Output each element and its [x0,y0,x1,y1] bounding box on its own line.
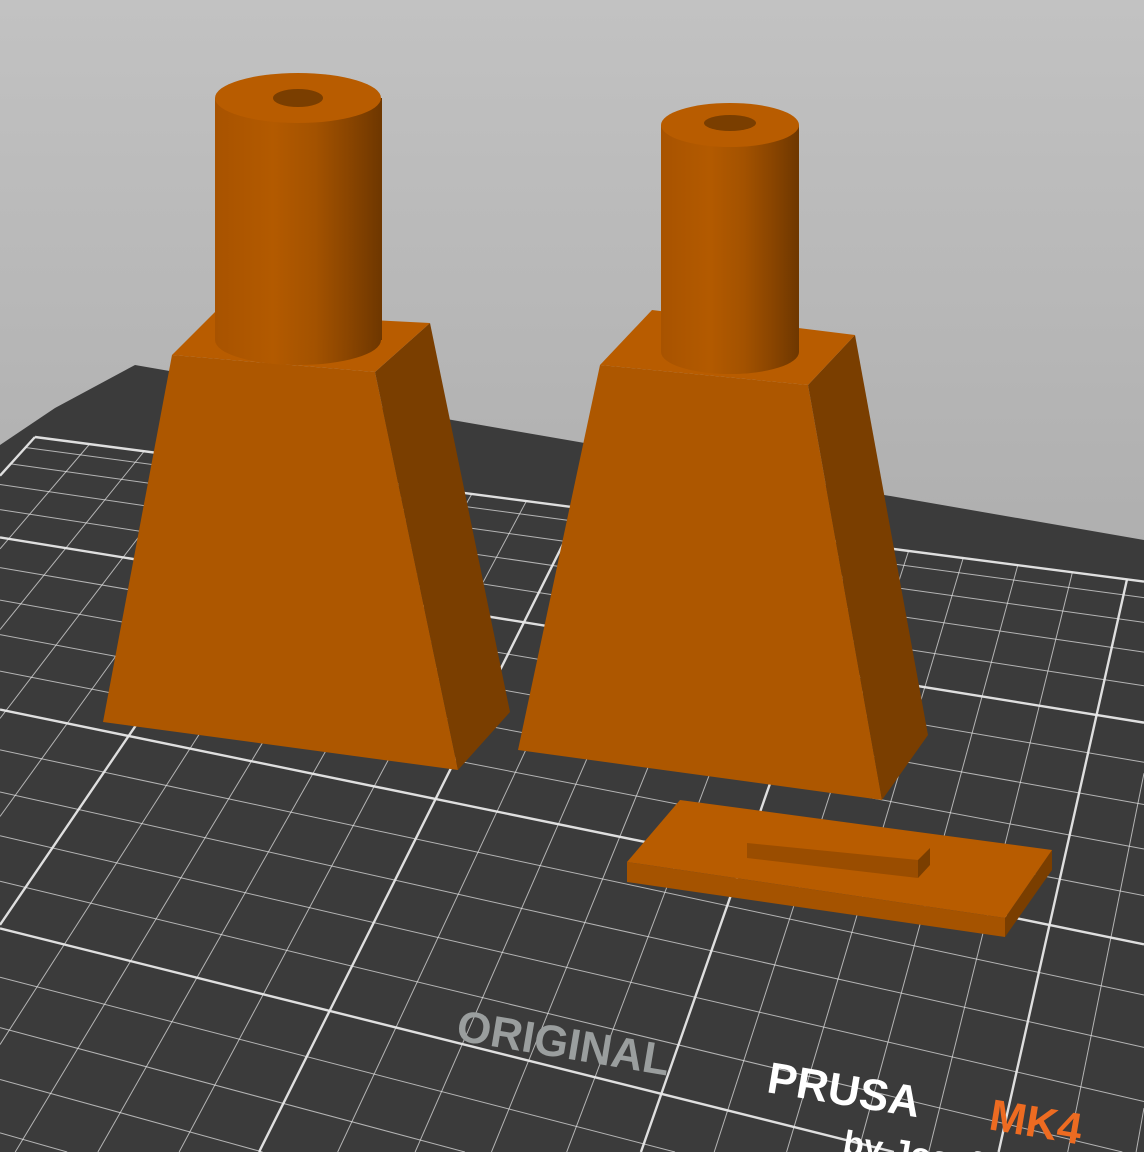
right-cylinder-body [661,125,799,352]
right-cylinder-hole [704,115,756,131]
left-cylinder-hole [273,89,323,107]
left-cylinder-body [215,98,382,340]
3d-viewport[interactable]: ORIGINAL PRUSA MK4 by Josef P [0,0,1144,1152]
